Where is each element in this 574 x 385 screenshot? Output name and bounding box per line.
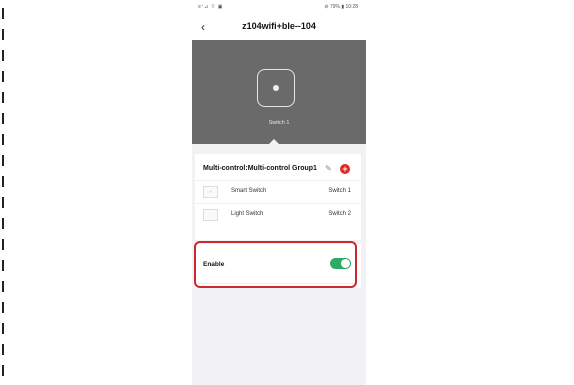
- list-item[interactable]: Light Switch Switch 2: [195, 203, 361, 226]
- status-bar: ≡ᐟ⊿ ⌔ ▣ ⊘ 79% ▮ 10:28: [192, 0, 366, 14]
- list-item[interactable]: ▫▫ Smart Switch Switch 1: [195, 180, 361, 203]
- status-right: ⊘ 79% ▮ 10:28: [324, 4, 358, 10]
- enable-card: Enable: [195, 244, 361, 288]
- pencil-icon[interactable]: ✎: [325, 164, 334, 173]
- toggle-knob: [341, 259, 350, 268]
- multi-control-group-card: Multi-control:Multi-control Group1 ✎ + ▫…: [195, 154, 361, 240]
- phone-screen: ≡ᐟ⊿ ⌔ ▣ ⊘ 79% ▮ 10:28 ‹ z104wifi+ble--10…: [192, 0, 366, 385]
- group-header: Multi-control:Multi-control Group1 ✎ +: [195, 154, 361, 180]
- device-switch-tile[interactable]: [257, 69, 295, 107]
- row-switch-value: Switch 2: [328, 211, 351, 217]
- light-switch-thumbnail: [203, 209, 218, 221]
- device-label: Switch 1: [268, 120, 290, 126]
- left-edge-marks: [2, 0, 4, 385]
- enable-label: Enable: [203, 261, 225, 268]
- page-title: z104wifi+ble--104: [242, 21, 316, 31]
- device-preview: Switch 1: [192, 40, 366, 145]
- smart-switch-thumbnail: ▫▫: [203, 186, 218, 198]
- row-switch-value: Switch 1: [328, 188, 351, 194]
- enable-toggle[interactable]: [330, 258, 351, 269]
- row-device-name: Smart Switch: [231, 188, 267, 194]
- status-left: ≡ᐟ⊿ ⌔ ▣: [198, 4, 223, 10]
- pointer-caret: [268, 139, 280, 145]
- group-title: Multi-control:Multi-control Group1: [203, 165, 317, 172]
- divider: [199, 283, 357, 284]
- header: ‹ z104wifi+ble--104: [192, 14, 366, 40]
- switch-indicator: [273, 85, 279, 91]
- row-device-name: Light Switch: [231, 211, 264, 217]
- plus-circle-icon[interactable]: +: [340, 164, 350, 174]
